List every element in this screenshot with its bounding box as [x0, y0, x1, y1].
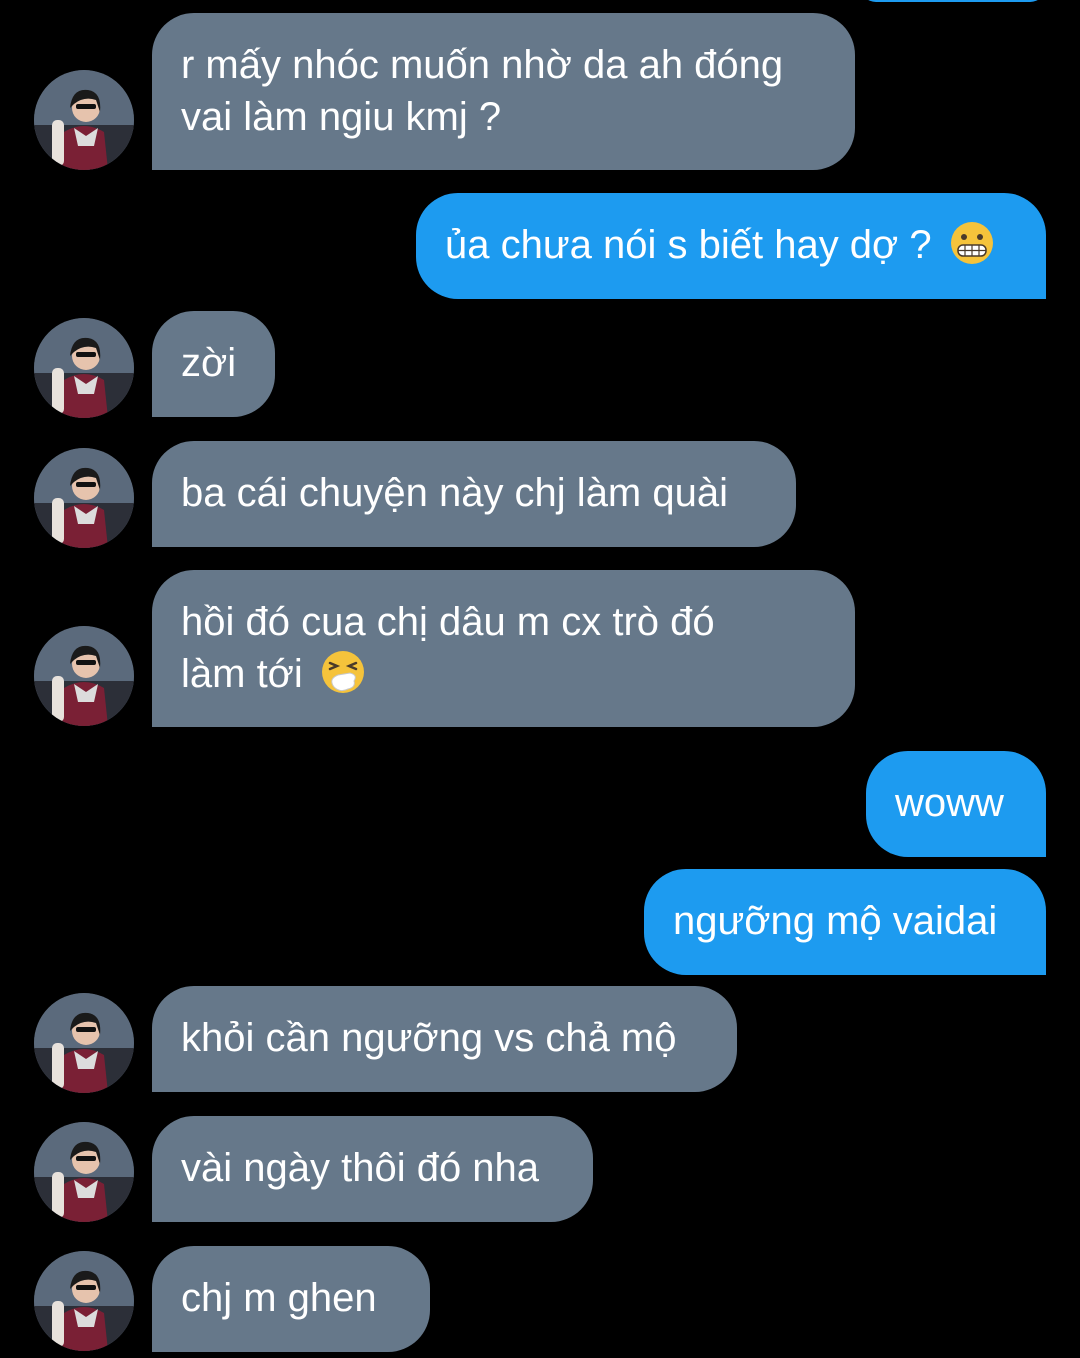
contact-avatar[interactable]	[34, 70, 134, 170]
message-text: vài ngày thôi đó nha	[181, 1146, 540, 1190]
contact-avatar[interactable]	[34, 993, 134, 1093]
avatar-photo-icon	[34, 70, 134, 170]
message-bubble-incoming[interactable]: chj m ghen	[152, 1246, 430, 1352]
contact-avatar[interactable]	[34, 318, 134, 418]
avatar-photo-icon	[34, 1122, 134, 1222]
contact-avatar[interactable]	[34, 1122, 134, 1222]
avatar-photo-icon	[34, 1251, 134, 1351]
message-text-line: hồi đó cua chị dâu m cx trò đó	[181, 600, 715, 644]
avatar-photo-icon	[34, 448, 134, 548]
message-text-line: r mấy nhóc muốn nhờ da ah đóng	[181, 43, 784, 87]
message-bubble-incoming[interactable]: vài ngày thôi đó nha	[152, 1116, 593, 1222]
message-bubble-outgoing[interactable]: woww	[866, 751, 1046, 857]
message-text: chj m ghen	[181, 1276, 377, 1320]
avatar-photo-icon	[34, 318, 134, 418]
message-text: ngưỡng mộ vaidai	[673, 899, 998, 943]
message-bubble-incoming[interactable]: hồi đó cua chị dâu m cx trò đó làm tới	[152, 570, 855, 727]
message-text-line: vai làm ngiu kmj ?	[181, 95, 502, 139]
previous-message-bubble-edge	[860, 0, 1046, 2]
contact-avatar[interactable]	[34, 1251, 134, 1351]
message-bubble-incoming[interactable]: zời	[152, 311, 275, 417]
avatar-photo-icon	[34, 626, 134, 726]
contact-avatar[interactable]	[34, 626, 134, 726]
grimacing-face-emoji-icon	[950, 222, 993, 264]
message-text-line: làm tới	[181, 652, 303, 696]
message-bubble-incoming[interactable]: ba cái chuyện này chj làm quài	[152, 441, 796, 547]
avatar-photo-icon	[34, 993, 134, 1093]
sneezing-face-emoji-icon	[321, 651, 364, 693]
message-bubble-outgoing[interactable]: ủa chưa nói s biết hay dợ ?	[416, 193, 1046, 299]
message-text: khỏi cần ngưỡng vs chả mộ	[181, 1016, 677, 1060]
message-text: ủa chưa nói s biết hay dợ ?	[445, 223, 932, 267]
message-bubble-incoming[interactable]: khỏi cần ngưỡng vs chả mộ	[152, 986, 737, 1092]
message-text: ba cái chuyện này chj làm quài	[181, 471, 728, 515]
message-bubble-outgoing[interactable]: ngưỡng mộ vaidai	[644, 869, 1046, 975]
contact-avatar[interactable]	[34, 448, 134, 548]
message-bubble-incoming[interactable]: r mấy nhóc muốn nhờ da ah đóng vai làm n…	[152, 13, 855, 170]
message-text: woww	[895, 781, 1004, 825]
message-text: zời	[181, 341, 237, 385]
